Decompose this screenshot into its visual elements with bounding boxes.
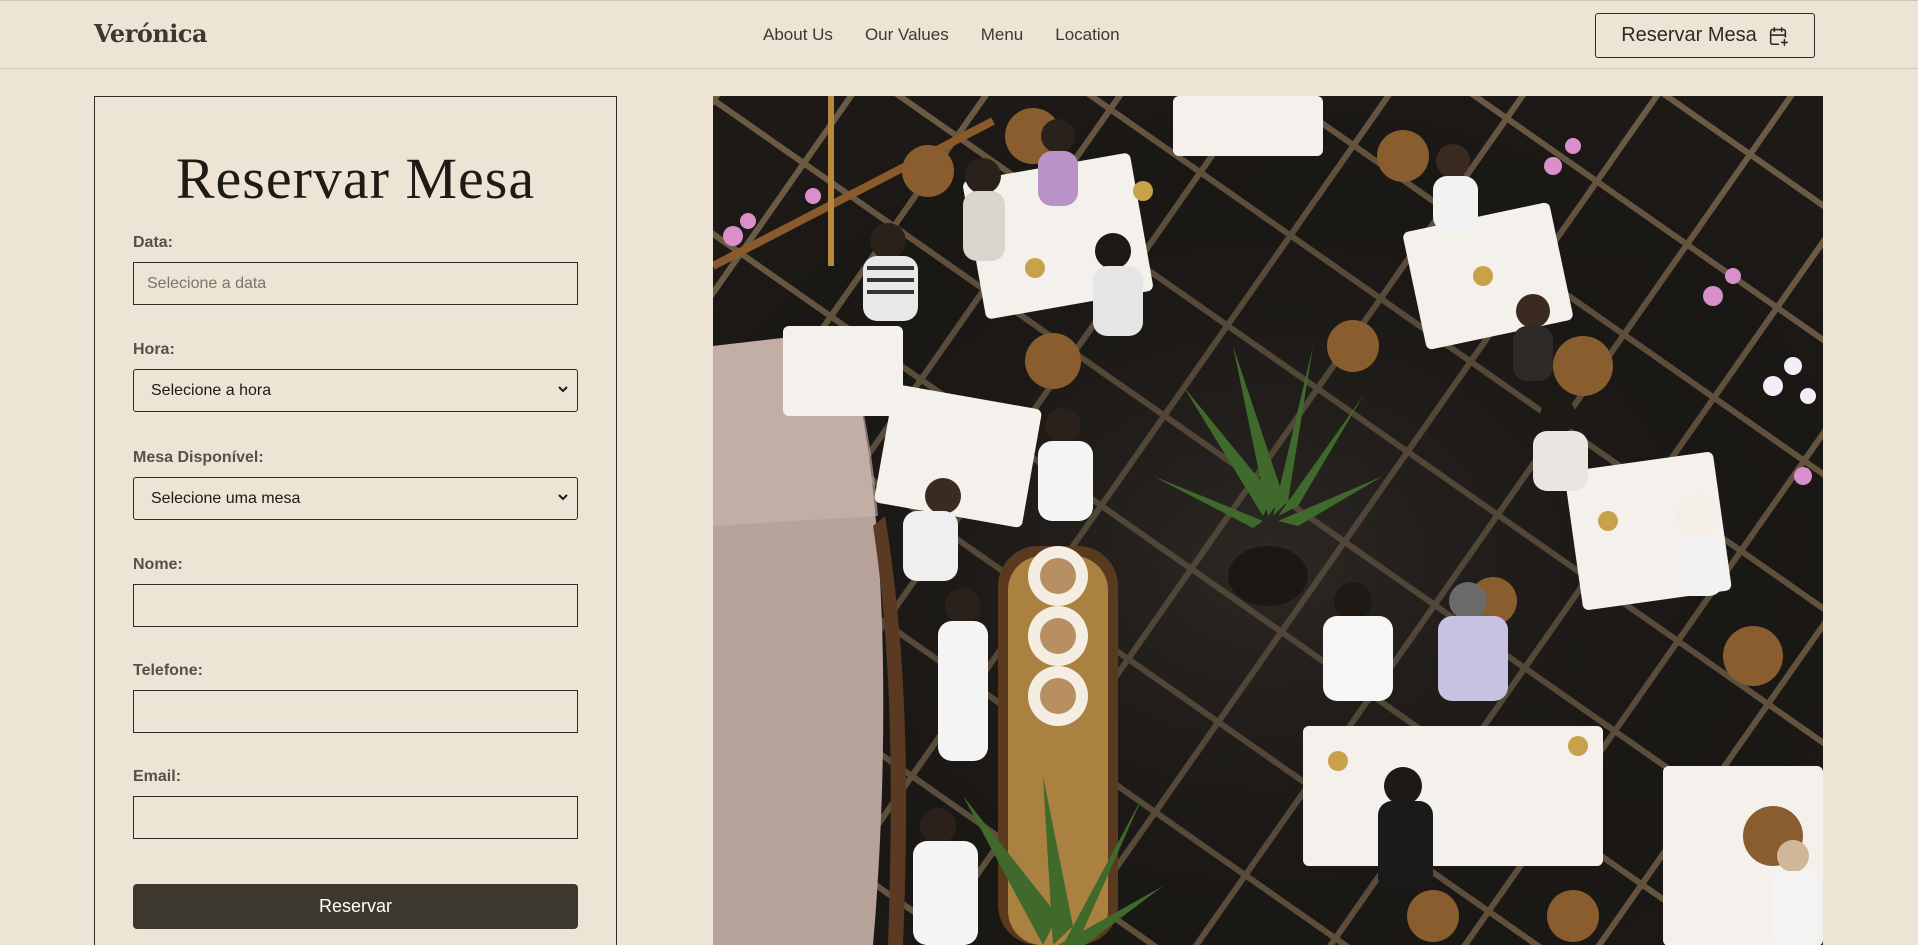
email-input[interactable]	[133, 796, 578, 839]
time-label: Hora:	[133, 341, 175, 358]
reserve-table-header-button[interactable]: Reservar Mesa	[1595, 13, 1815, 58]
nav-menu[interactable]: Menu	[981, 25, 1024, 45]
phone-input[interactable]	[133, 690, 578, 733]
chevron-down-icon	[557, 383, 569, 398]
site-header: Verónica About Us Our Values Menu Locati…	[0, 0, 1918, 69]
date-label: Data:	[133, 234, 174, 251]
time-select-value: Selecione a hora	[151, 381, 272, 399]
email-label: Email:	[133, 768, 182, 785]
reserve-table-header-button-label: Reservar Mesa	[1621, 24, 1757, 46]
name-label: Nome:	[133, 556, 183, 573]
restaurant-photo	[713, 96, 1823, 945]
phone-label: Telefone:	[133, 662, 203, 679]
table-label: Mesa Disponível:	[133, 449, 264, 466]
form-title: Reservar Mesa	[175, 146, 536, 211]
table-select[interactable]: Selecione uma mesa	[133, 477, 578, 520]
reservation-form: Reservar Mesa Data: Selecione a data Hor…	[94, 96, 617, 945]
time-select[interactable]: Selecione a hora	[133, 369, 578, 412]
chevron-down-icon	[557, 491, 569, 506]
main-nav: About Us Our Values Menu Location	[763, 25, 1120, 45]
calendar-plus-icon	[1769, 26, 1788, 46]
nav-location[interactable]: Location	[1055, 25, 1119, 45]
table-select-value: Selecione uma mesa	[151, 489, 301, 507]
nav-our-values[interactable]: Our Values	[865, 25, 949, 45]
date-input[interactable]: Selecione a data	[133, 262, 578, 305]
nav-about-us[interactable]: About Us	[763, 25, 833, 45]
brand-logo[interactable]: Verónica	[94, 19, 208, 48]
name-input[interactable]	[133, 584, 578, 627]
reserve-submit-button[interactable]: Reservar	[133, 884, 578, 929]
